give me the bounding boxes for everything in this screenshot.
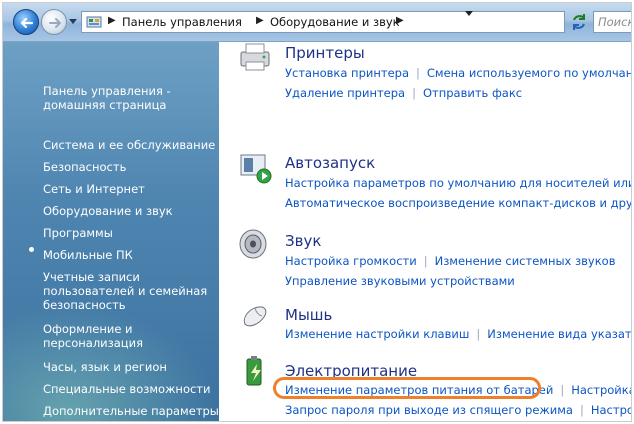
link-row: Настройка параметров по умолчанию для но… <box>285 176 631 190</box>
set-default-printer-link[interactable]: Смена используемого по умолчанию <box>427 66 631 80</box>
category-title[interactable]: Звук <box>285 232 321 250</box>
link-row: Автоматическое воспроизведение компакт-д… <box>285 196 631 210</box>
address-toolbar: ▶ Панель управления ▶ Оборудование и зву… <box>3 3 631 42</box>
refresh-icon[interactable] <box>569 11 589 33</box>
link-row: Удаление принтера | Отправить факс <box>285 86 522 100</box>
sidebar-item-additional[interactable]: Дополнительные параметры <box>43 404 219 418</box>
breadcrumb-control-panel[interactable]: Панель управления <box>122 15 242 29</box>
sidebar-item-accessibility[interactable]: Специальные возможности <box>43 382 210 396</box>
search-input[interactable]: Поиск <box>593 11 632 33</box>
link-separator: | <box>476 327 481 341</box>
change-button-settings-link[interactable]: Изменение настройки клавиш <box>285 327 469 341</box>
mouse-icon <box>243 306 267 327</box>
breadcrumb-separator[interactable]: ▶ <box>108 15 116 26</box>
control-panel-window: ▶ Панель управления ▶ Оборудование и зву… <box>2 2 632 422</box>
sidebar: Панель управления - домашняя страница Си… <box>3 42 219 421</box>
link-separator: | <box>423 254 428 268</box>
link-row: Запрос пароля при выходе из спящего режи… <box>285 403 631 417</box>
autoplay-icon <box>240 154 272 184</box>
printer-icon <box>240 43 270 71</box>
require-password-link[interactable]: Запрос пароля при выходе из спящего режи… <box>285 403 573 417</box>
breadcrumb-hardware-sound[interactable]: Оборудование и звук <box>270 15 400 29</box>
power-plan-link[interactable]: Настройка <box>591 403 631 417</box>
link-row: Изменение настройки клавиш | Изменение вид… <box>285 327 631 341</box>
power-buttons-link[interactable]: Настройка фу <box>571 383 631 397</box>
remove-printer-link[interactable]: Удаление принтера <box>285 86 405 100</box>
sidebar-item-appearance[interactable]: Оформление и персонализация <box>43 322 143 350</box>
link-separator: | <box>560 383 565 397</box>
category-title[interactable]: Автозапуск <box>285 154 375 172</box>
link-row: Настройка громкости | Изменение системных … <box>285 254 615 268</box>
autoplay-cds-link[interactable]: Автоматическое воспроизведение компакт-д… <box>285 196 631 210</box>
adjust-volume-link[interactable]: Настройка громкости <box>285 254 417 268</box>
category-title[interactable]: Принтеры <box>285 44 365 62</box>
sidebar-item-mobile-pc[interactable]: Мобильные ПК <box>43 248 133 262</box>
speaker-icon <box>239 229 267 259</box>
battery-icon <box>246 356 262 386</box>
back-arrow-icon <box>20 17 34 29</box>
breadcrumb-separator[interactable]: ▶ <box>396 15 404 26</box>
address-history-dropdown[interactable] <box>465 11 473 16</box>
link-separator: | <box>579 403 584 417</box>
sidebar-item-user-accounts[interactable]: Учетные записи пользователей и семейная … <box>43 270 207 312</box>
category-title[interactable]: Мышь <box>285 306 332 324</box>
search-placeholder: Поиск <box>598 15 632 29</box>
manage-audio-devices-link[interactable]: Управление звуковыми устройствами <box>285 274 515 288</box>
address-field[interactable]: ▶ Панель управления ▶ Оборудование и зву… <box>81 11 565 33</box>
change-system-sounds-link[interactable]: Изменение системных звуков <box>435 254 616 268</box>
link-separator: | <box>416 66 420 80</box>
change-pointer-link[interactable]: Изменение вида указателя <box>487 327 631 341</box>
main-content: Принтеры Установка принтера | Смена исполь… <box>219 42 631 421</box>
sidebar-item-hardware-sound[interactable]: Оборудование и звук <box>43 204 173 218</box>
back-button[interactable] <box>13 9 39 35</box>
active-item-bullet <box>29 247 34 252</box>
link-row: Установка принтера | Смена используемого п… <box>285 66 631 80</box>
sidebar-item-security[interactable]: Безопасность <box>43 160 126 174</box>
sidebar-item-clock-region[interactable]: Часы, язык и регион <box>43 360 167 374</box>
forward-button[interactable] <box>41 9 67 35</box>
sidebar-item-system[interactable]: Система и ее обслуживание <box>43 138 215 152</box>
highlight-outline <box>273 377 541 399</box>
link-row: Управление звуковыми устройствами <box>285 274 515 288</box>
sidebar-item-network[interactable]: Сеть и Интернет <box>43 182 145 196</box>
breadcrumb-separator[interactable]: ▶ <box>256 15 264 26</box>
sidebar-item-home[interactable]: Панель управления - домашняя страница <box>43 84 171 112</box>
recent-pages-dropdown[interactable] <box>69 19 77 24</box>
autoplay-defaults-link[interactable]: Настройка параметров по умолчанию для но… <box>285 176 631 190</box>
link-separator: | <box>412 86 416 100</box>
install-printer-link[interactable]: Установка принтера <box>285 66 409 80</box>
forward-arrow-icon <box>49 18 61 28</box>
send-fax-link[interactable]: Отправить факс <box>423 86 522 100</box>
sidebar-item-programs[interactable]: Программы <box>43 226 113 240</box>
control-panel-icon <box>86 16 102 28</box>
